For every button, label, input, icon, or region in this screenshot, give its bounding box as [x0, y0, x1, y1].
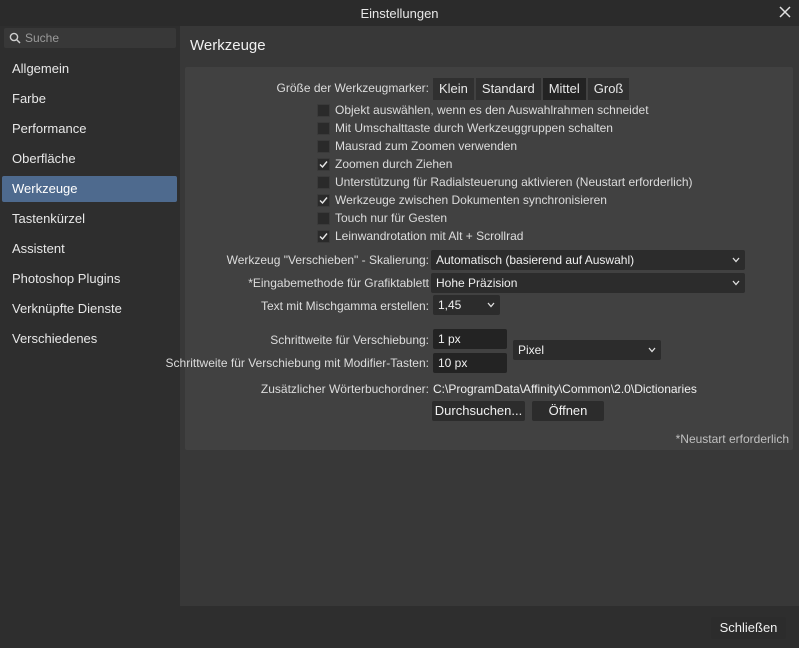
checkbox-label: Objekt auswählen, wenn es den Auswahlrah…: [335, 103, 649, 117]
option-row: Zoomen durch Ziehen: [317, 155, 452, 173]
checkbox-touch-gestures[interactable]: [317, 211, 330, 225]
option-row: Unterstützung für Radialsteuerung aktivi…: [317, 173, 693, 191]
chevron-down-icon: [648, 347, 656, 353]
move-scaling-value: Automatisch (basierend auf Auswahl): [436, 253, 635, 267]
checkbox-label: Touch nur für Gesten: [335, 211, 448, 225]
close-icon[interactable]: [777, 4, 793, 20]
marker-size-gross[interactable]: Groß: [587, 78, 630, 100]
nudge-input[interactable]: [433, 329, 507, 349]
chevron-down-icon: [732, 280, 740, 286]
checkbox-radial-dial[interactable]: [317, 175, 330, 189]
sidebar-item-werkzeuge[interactable]: Werkzeuge: [2, 176, 177, 202]
nudge-modifier-field[interactable]: [433, 353, 507, 373]
checkbox-label: Mit Umschalttaste durch Werkzeuggruppen …: [335, 121, 613, 135]
main-content: Werkzeuge Größe der Werkzeugmarker: Klei…: [166, 26, 799, 606]
sidebar-item-verknuepfte-dienste[interactable]: Verknüpfte Dienste: [2, 296, 177, 322]
marker-size-label: Größe der Werkzeugmarker:: [276, 81, 430, 95]
nudge-modifier-input[interactable]: [433, 353, 507, 373]
search-box[interactable]: [4, 28, 176, 48]
sidebar-item-allgemein[interactable]: Allgemein: [2, 56, 177, 82]
checkmark-icon: [319, 160, 328, 168]
tablet-input-value: Hohe Präzision: [436, 276, 518, 290]
checkbox-label: Mausrad zum Zoomen verwenden: [335, 139, 518, 153]
sidebar: Allgemein Farbe Performance Oberfläche W…: [0, 26, 180, 648]
sidebar-item-verschiedenes[interactable]: Verschiedenes: [2, 326, 177, 352]
nudge-unit-dropdown[interactable]: Pixel: [513, 340, 661, 360]
sidebar-item-photoshop-plugins[interactable]: Photoshop Plugins: [2, 266, 177, 292]
dictionary-path: C:\ProgramData\Affinity\Common\2.0\Dicti…: [433, 382, 697, 396]
marker-size-standard[interactable]: Standard: [475, 78, 541, 100]
checkbox-label: Werkzeuge zwischen Dokumenten synchronis…: [335, 193, 607, 207]
sidebar-nav: Allgemein Farbe Performance Oberfläche W…: [2, 56, 177, 356]
sidebar-item-oberflaeche[interactable]: Oberfläche: [2, 146, 177, 172]
nudge-label: Schrittweite für Verschiebung:: [270, 333, 429, 347]
page-title: Werkzeuge: [190, 37, 266, 54]
sidebar-item-farbe[interactable]: Farbe: [2, 86, 177, 112]
checkmark-icon: [319, 232, 328, 240]
gamma-value: 1,45: [438, 298, 462, 312]
marker-size-mittel[interactable]: Mittel: [542, 78, 586, 100]
search-icon: [9, 32, 21, 44]
window-title: Einstellungen: [360, 6, 439, 21]
restart-note: *Neustart erforderlich: [675, 432, 789, 446]
option-row: Touch nur für Gesten: [317, 209, 447, 227]
settings-panel: Größe der Werkzeugmarker: Klein Standard…: [166, 67, 793, 450]
tablet-input-label: *Eingabemethode für Grafiktablett: [248, 276, 429, 290]
option-row: Leinwandrotation mit Alt + Scrollrad: [317, 227, 523, 245]
title-bar: Einstellungen: [0, 0, 799, 26]
checkbox-select-intersect[interactable]: [317, 103, 330, 117]
checkbox-shift-cycle[interactable]: [317, 121, 330, 135]
browse-button[interactable]: Durchsuchen...: [432, 401, 525, 421]
nudge-unit-value: Pixel: [518, 343, 545, 357]
sidebar-item-tastenkuerzel[interactable]: Tastenkürzel: [2, 206, 177, 232]
chevron-down-icon: [732, 257, 740, 263]
checkbox-drag-zoom[interactable]: [317, 157, 330, 171]
move-scaling-label: Werkzeug "Verschieben" - Skalierung:: [226, 253, 429, 267]
nudge-field[interactable]: [433, 329, 507, 349]
checkbox-label: Unterstützung für Radialsteuerung aktivi…: [335, 175, 693, 189]
nudge-modifier-label: Schrittweite für Verschiebung mit Modifi…: [165, 356, 429, 370]
sidebar-item-performance[interactable]: Performance: [2, 116, 177, 142]
checkbox-sync-tools[interactable]: [317, 193, 330, 207]
dictionary-label: Zusätzlicher Wörterbuchordner:: [260, 382, 429, 396]
option-row: Mausrad zum Zoomen verwenden: [317, 137, 517, 155]
open-button[interactable]: Öffnen: [532, 401, 604, 421]
checkbox-label: Leinwandrotation mit Alt + Scrollrad: [335, 229, 524, 243]
gamma-label: Text mit Mischgamma erstellen:: [260, 299, 429, 313]
option-row: Werkzeuge zwischen Dokumenten synchronis…: [317, 191, 607, 209]
option-row: Objekt auswählen, wenn es den Auswahlrah…: [317, 101, 649, 119]
marker-size-selector: Klein Standard Mittel Groß: [433, 78, 631, 100]
close-button[interactable]: Schließen: [711, 617, 786, 639]
checkmark-icon: [319, 196, 328, 204]
checkbox-label: Zoomen durch Ziehen: [335, 157, 453, 171]
checkbox-canvas-rotation[interactable]: [317, 229, 330, 243]
chevron-down-icon: [487, 302, 495, 308]
move-scaling-dropdown[interactable]: Automatisch (basierend auf Auswahl): [431, 250, 745, 270]
search-input[interactable]: [25, 29, 170, 47]
checkbox-wheel-zoom[interactable]: [317, 139, 330, 153]
tablet-input-dropdown[interactable]: Hohe Präzision: [431, 273, 745, 293]
gamma-dropdown[interactable]: 1,45: [433, 295, 500, 315]
marker-size-klein[interactable]: Klein: [433, 78, 474, 100]
sidebar-item-assistent[interactable]: Assistent: [2, 236, 177, 262]
option-row: Mit Umschalttaste durch Werkzeuggruppen …: [317, 119, 613, 137]
